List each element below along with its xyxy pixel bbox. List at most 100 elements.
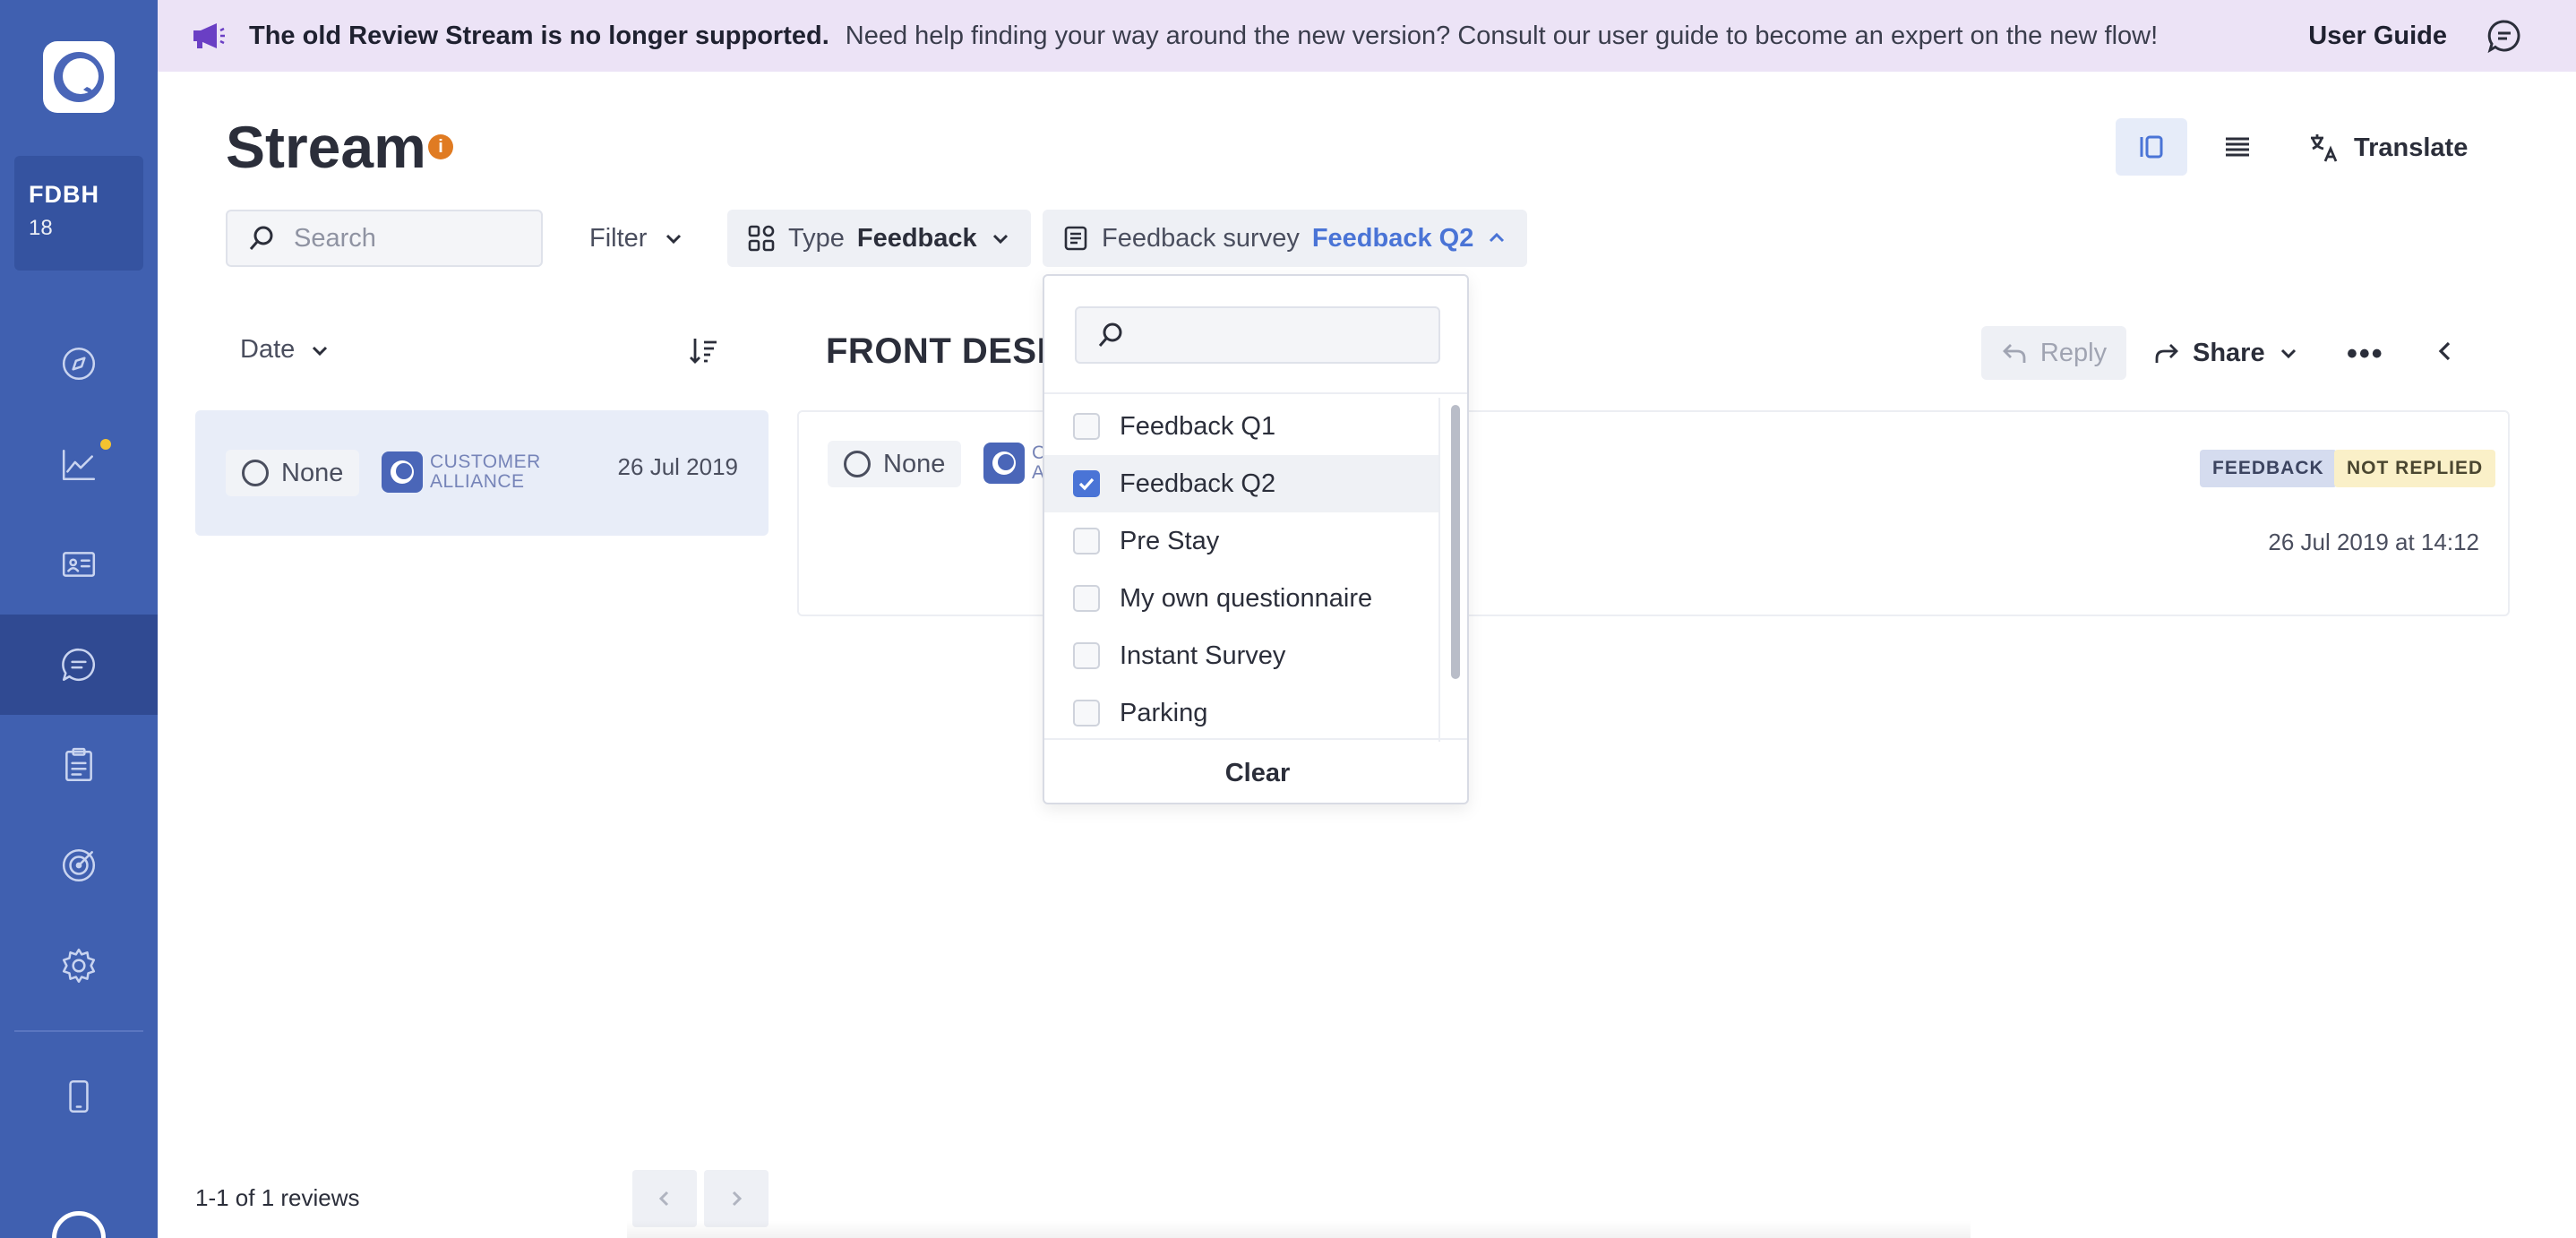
survey-option[interactable]: Pre Stay <box>1044 512 1438 570</box>
collapse-panel-button[interactable] <box>2433 339 2458 368</box>
mobile-icon <box>69 1079 89 1113</box>
checkbox-checked[interactable] <box>1073 470 1100 497</box>
list-view-icon <box>2226 137 2249 157</box>
share-button[interactable]: Share <box>2153 326 2299 380</box>
survey-option[interactable]: Feedback Q1 <box>1044 398 1438 455</box>
sidebar-item-stream[interactable] <box>0 615 158 715</box>
banner-message: Need help finding your way around the ne… <box>845 21 2159 50</box>
chat-support-icon[interactable] <box>2486 18 2522 54</box>
brand-line-2: ALLIANCE <box>430 471 525 492</box>
survey-option[interactable]: Instant Survey <box>1044 627 1438 684</box>
sidebar-item-mobile-app[interactable] <box>0 1046 158 1147</box>
survey-option-label: Parking <box>1120 698 1208 727</box>
page-title: Stream <box>226 114 426 180</box>
deprecation-banner: The old Review Stream is no longer suppo… <box>158 0 2576 72</box>
status-radio <box>242 460 269 486</box>
list-view-button[interactable] <box>2202 118 2273 176</box>
split-view-button[interactable] <box>2116 118 2187 176</box>
compass-icon <box>62 347 96 381</box>
clear-selection-button[interactable]: Clear <box>1044 740 1467 803</box>
next-page-button[interactable] <box>704 1170 769 1227</box>
dropdown-scrollbar[interactable] <box>1438 398 1467 742</box>
chevron-right-icon <box>732 1191 743 1207</box>
review-list-item[interactable]: None CUSTOMER ALLIANCE 26 Jul 2019 <box>195 410 769 536</box>
survey-search-box[interactable] <box>1075 306 1440 364</box>
checkbox[interactable] <box>1073 528 1100 555</box>
type-filter-chip[interactable]: Type Feedback <box>727 210 1031 267</box>
survey-option-label: Feedback Q2 <box>1120 469 1276 498</box>
type-filter-value: Feedback <box>856 223 977 253</box>
search-input[interactable] <box>294 223 527 254</box>
reply-label: Reply <box>2039 338 2108 367</box>
reply-icon <box>2002 344 2026 363</box>
checkbox[interactable] <box>1073 585 1100 612</box>
more-options-button[interactable]: ••• <box>2347 337 2384 372</box>
survey-option[interactable]: Parking <box>1044 684 1438 738</box>
sidebar: FDBH 18 <box>0 0 158 1238</box>
info-icon[interactable]: i <box>428 134 453 159</box>
survey-option[interactable]: My own questionnaire <box>1044 570 1438 627</box>
gear-icon <box>62 948 96 984</box>
source-logo: CUSTOMER ALLIANCE <box>382 451 541 493</box>
survey-option-label: Feedback Q1 <box>1120 411 1276 441</box>
sidebar-item-analytics[interactable] <box>0 414 158 514</box>
type-filter-label: Type <box>788 223 845 253</box>
status-radio <box>844 451 871 477</box>
clipboard-icon <box>65 747 92 782</box>
contact-card-icon <box>62 552 96 577</box>
review-count: 1-1 of 1 reviews <box>195 1184 360 1211</box>
customer-alliance-logo-icon <box>382 451 423 493</box>
filter-label: Filter <box>589 223 648 253</box>
customer-alliance-logo-icon <box>983 443 1025 484</box>
checkbox[interactable] <box>1073 642 1100 669</box>
sidebar-item-discover[interactable] <box>0 314 158 414</box>
survey-filter-value: Feedback Q2 <box>1311 223 1474 253</box>
search-icon <box>1098 322 1122 347</box>
notification-dot <box>100 439 111 450</box>
account-number: 18 <box>29 216 53 240</box>
user-guide-link[interactable]: User Guide <box>2308 21 2447 51</box>
account-switcher[interactable]: FDBH 18 <box>14 156 143 271</box>
status-selector[interactable]: None <box>226 450 360 496</box>
previous-page-button[interactable] <box>632 1170 697 1227</box>
megaphone-icon <box>193 23 225 48</box>
sidebar-divider <box>14 1030 143 1032</box>
share-label: Share <box>2193 338 2265 367</box>
chevron-left-icon <box>658 1191 669 1207</box>
chevron-down-icon <box>2280 348 2296 359</box>
survey-filter-chip[interactable]: Feedback survey Feedback Q2 <box>1043 210 1528 267</box>
search-icon <box>249 226 273 250</box>
sidebar-item-tasks[interactable] <box>0 715 158 815</box>
detail-status-label: None <box>883 449 946 478</box>
reply-button[interactable]: Reply <box>1981 326 2126 380</box>
translate-label: Translate <box>2354 133 2469 162</box>
sort-order-button[interactable] <box>688 335 720 372</box>
survey-options-list: Feedback Q1 Feedback Q2 Pre Stay My own … <box>1044 398 1438 738</box>
translate-button[interactable]: Translate <box>2307 125 2468 170</box>
brand-line-1: CUSTOMER <box>430 451 541 472</box>
sidebar-item-goals[interactable] <box>0 815 158 916</box>
app-logo[interactable] <box>43 41 115 113</box>
status-label: None <box>281 458 344 487</box>
filter-button[interactable]: Filter <box>573 210 700 267</box>
feedback-tag: FEEDBACK <box>2200 450 2337 487</box>
search-box[interactable] <box>226 210 543 267</box>
checkbox[interactable] <box>1073 700 1100 726</box>
chevron-up-icon <box>1490 232 1505 243</box>
survey-option[interactable]: Feedback Q2 <box>1044 455 1438 512</box>
scrollbar-thumb[interactable] <box>1451 405 1460 679</box>
sort-field-label: Date <box>240 335 296 364</box>
review-date: 26 Jul 2019 <box>617 453 738 480</box>
user-avatar[interactable] <box>52 1211 106 1238</box>
account-name: FDBH <box>29 181 99 208</box>
sidebar-item-contacts[interactable] <box>0 514 158 615</box>
share-icon <box>2155 344 2178 363</box>
sort-field-dropdown[interactable]: Date <box>240 335 331 365</box>
chevron-down-icon <box>666 234 682 245</box>
detail-status-selector[interactable]: None <box>828 441 962 487</box>
review-detail-title: FRONT DESK <box>826 331 1063 371</box>
sort-descending-icon <box>690 339 717 364</box>
sidebar-item-settings[interactable] <box>0 916 158 1016</box>
checkbox[interactable] <box>1073 413 1100 440</box>
dropdown-divider <box>1044 392 1467 394</box>
